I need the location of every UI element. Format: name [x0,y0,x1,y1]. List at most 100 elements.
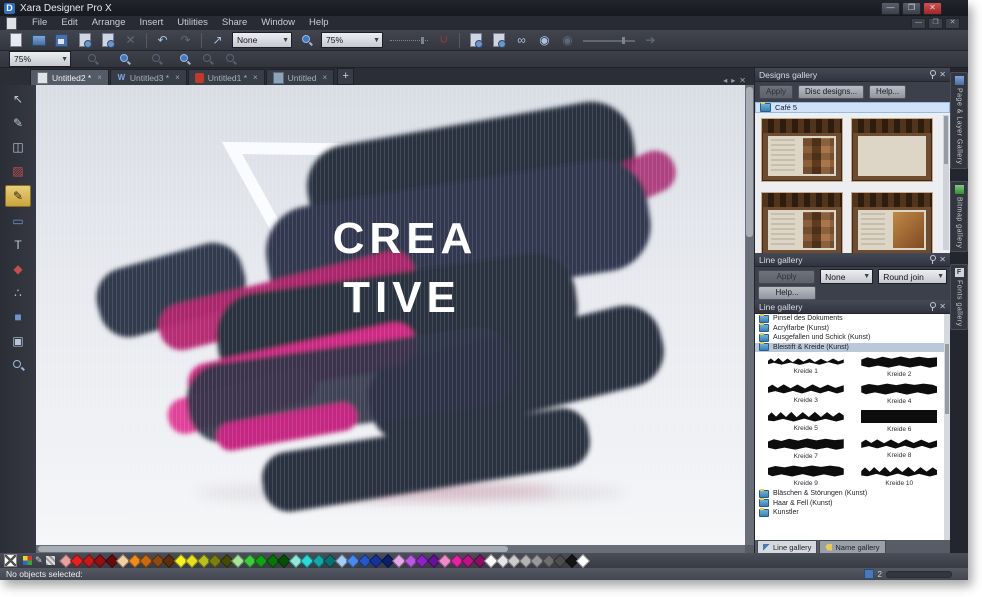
brush-tool-selected[interactable]: ✎ [5,185,31,207]
import-icon[interactable] [74,32,95,49]
line-help-button[interactable]: Help... [758,286,816,300]
restore-button[interactable]: ❐ [902,1,921,15]
help-button[interactable]: Help... [869,85,907,99]
gallery-folder[interactable]: Acrylfarbe (Kunst) [755,323,950,333]
line-apply-button[interactable]: Apply [758,269,816,284]
zoom-tool[interactable] [6,355,30,375]
close-document-icon[interactable]: ✕ [739,76,746,85]
fill-tool[interactable]: ◆ [6,259,30,279]
menu-arrange[interactable]: Arrange [85,16,133,30]
zoom-out-icon[interactable] [82,51,103,68]
zoom-value-select[interactable]: 75% ▼ [9,51,71,67]
pin-icon[interactable] [928,302,936,311]
brush-item[interactable]: Kreide 10 [853,463,947,487]
color-swatch[interactable] [575,553,591,568]
doc-restore-button[interactable]: ❐ [928,17,943,29]
doc-close-button[interactable]: ✕ [945,17,960,29]
close-panel-icon[interactable]: ✕ [939,302,946,311]
canvas[interactable]: CREA TIVE [36,85,745,545]
hyperlink-icon[interactable]: ∞ [511,32,532,49]
canvas-vertical-scrollbar[interactable] [745,85,754,545]
freehand-tool[interactable]: ✎ [6,113,30,133]
gallery-folder[interactable]: Bläschen & Störungen (Kunst) [755,488,950,499]
snap-magnet-icon[interactable]: ∩ [433,32,454,49]
document-tab[interactable]: Untitled3 *× [109,69,187,85]
apply-button[interactable]: Apply [759,85,794,99]
menu-utilities[interactable]: Utilities [170,16,215,30]
side-tab[interactable]: Page & Layer Gallery [950,72,968,169]
zoom-drawing-icon[interactable] [197,51,218,68]
document-tab[interactable]: Untitled × [265,69,335,85]
close-panel-icon[interactable]: ✕ [939,70,946,79]
brush-item[interactable]: Kreide 7 [759,436,853,460]
photo-tool[interactable]: ▣ [6,331,30,351]
doc-minimize-button[interactable]: — [911,17,926,29]
brush-item[interactable]: Kreide 9 [759,463,853,487]
brush-item[interactable]: Kreide 5 [759,408,853,433]
brush-item[interactable]: Kreide 6 [853,408,947,433]
transparency-swatch-icon[interactable] [45,556,55,565]
scroll-tabs-left-icon[interactable]: ◂ [723,76,727,85]
close-button[interactable]: ✕ [923,1,942,15]
line-width-select[interactable]: None ▼ [232,32,292,48]
brush-item[interactable]: Kreide 3 [759,381,853,405]
new-document-icon[interactable] [5,32,26,49]
brush-item[interactable]: Kreide 4 [853,381,947,405]
brush-item[interactable]: Kreide 8 [853,436,947,460]
menu-edit[interactable]: Edit [54,16,84,30]
line-width-select[interactable]: None ▼ [820,269,874,284]
transparency-tool[interactable]: ∴ [6,283,30,303]
save-icon[interactable] [51,32,72,49]
disc-designs-button[interactable]: Disc designs... [798,85,865,99]
redo-icon[interactable]: ↷ [175,32,196,49]
pin-icon[interactable] [928,70,936,79]
gallery-folder[interactable]: Ausgefallen und Schick (Kunst) [755,332,950,343]
menu-window[interactable]: Window [254,16,302,30]
zoom-page-icon[interactable] [220,51,241,68]
design-thumbnail[interactable] [851,192,933,254]
close-tab-icon[interactable]: × [323,73,328,82]
edit-color-icon[interactable]: ✎ [35,555,43,566]
shadow-tool[interactable]: ■ [6,307,30,327]
zoom-level-select[interactable]: 75% ▼ [321,32,383,48]
close-panel-icon[interactable]: ✕ [939,255,946,264]
design-thumbnail[interactable] [761,118,843,182]
menu-share[interactable]: Share [215,16,254,30]
designs-scrollbar[interactable] [943,115,949,250]
preview-browser-icon[interactable]: ◉ [557,32,578,49]
line-gallery-controls-header[interactable]: Line gallery ✕ [755,253,950,267]
pin-icon[interactable] [928,255,936,264]
minimize-button[interactable]: — [881,1,900,15]
quality-slider[interactable] [583,36,635,45]
gallery-folder[interactable]: Haar & Fell (Kunst) [755,498,950,508]
menu-insert[interactable]: Insert [133,16,171,30]
selector-tool[interactable]: ↖ [6,89,30,109]
brush-item[interactable]: Kreide 1 [759,354,853,378]
new-document-tab-button[interactable]: + [337,68,355,85]
side-tab[interactable]: Fonts gallery [950,263,968,331]
export-icon[interactable] [97,32,118,49]
menu-help[interactable]: Help [302,16,336,30]
zoom-tool-icon[interactable] [296,32,317,49]
gallery-tab[interactable]: Name gallery [819,540,886,553]
document-tab[interactable]: Untitled2 * × [30,69,109,85]
share-page-icon[interactable] [488,32,509,49]
designs-gallery-header[interactable]: Designs gallery ✕ [755,68,950,82]
gallery-folder[interactable]: Kunstler [755,507,950,518]
design-thumbnail[interactable] [851,118,933,182]
shape-editor-tool[interactable]: ◫ [6,137,30,157]
designs-folder-cafe5[interactable]: Café 5 [755,102,950,113]
gallery-folder[interactable]: Bleistift & Kreide (Kunst) [755,342,950,352]
gallery-tab[interactable]: Line gallery [757,540,818,553]
side-tab[interactable]: Bitmap gallery [950,180,968,252]
rectangle-tool[interactable]: ▭ [6,211,30,231]
undo-icon[interactable]: ↶ [152,32,173,49]
zoom-selection-icon[interactable] [174,51,195,68]
eraser-tool[interactable]: ▨ [6,161,30,181]
zoom-marker-icon[interactable] [114,51,135,68]
no-color-swatch[interactable] [4,554,17,567]
canvas-horizontal-scrollbar[interactable] [36,545,745,553]
next-page-icon[interactable]: ➔ [640,32,661,49]
scroll-tabs-right-icon[interactable]: ▸ [731,76,735,85]
transform-icon[interactable]: ↗ [207,32,228,49]
